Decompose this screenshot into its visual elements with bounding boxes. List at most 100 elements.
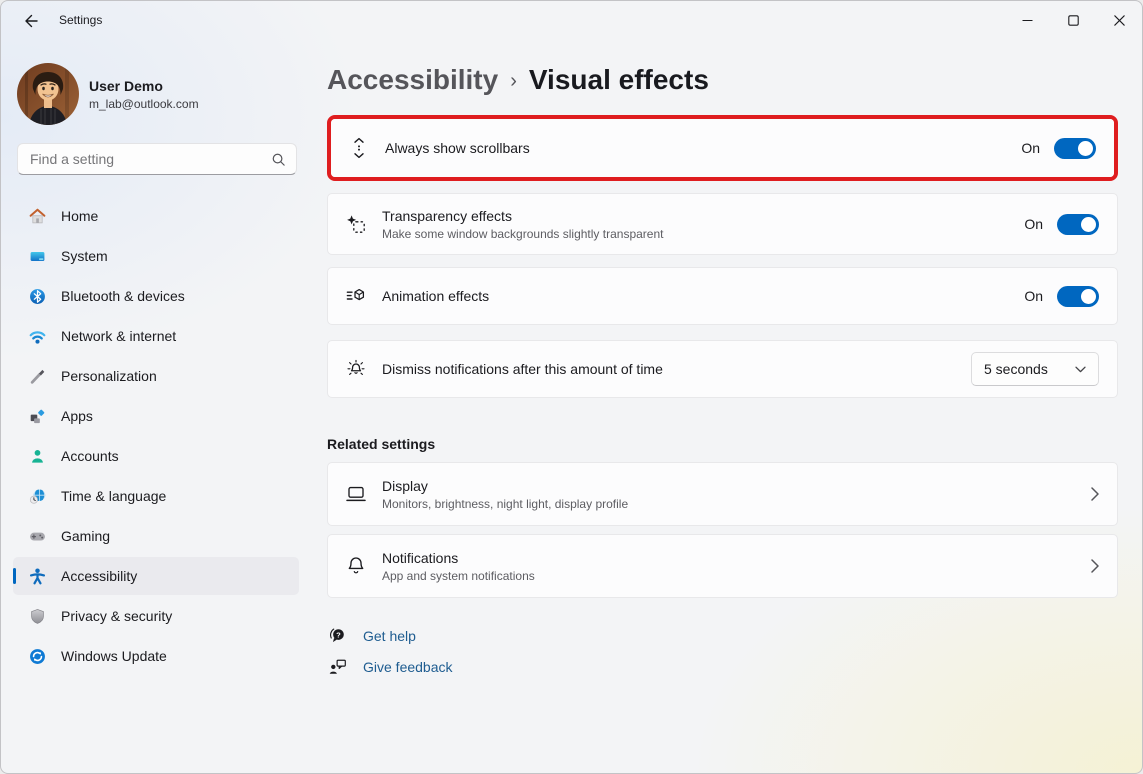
- give-feedback-row: Give feedback: [327, 657, 1118, 676]
- related-settings-header: Related settings: [327, 436, 436, 452]
- related-display-card[interactable]: Display Monitors, brightness, night ligh…: [327, 462, 1118, 526]
- paintbrush-icon: [27, 367, 47, 385]
- setting-label: Dismiss notifications after this amount …: [382, 361, 663, 377]
- minimize-icon: [1022, 19, 1032, 21]
- toggle-state-label: On: [1021, 140, 1040, 156]
- maximize-icon: [1067, 14, 1079, 26]
- user-profile[interactable]: User Demo m_lab@outlook.com: [17, 63, 199, 125]
- get-help-icon: ?: [327, 626, 347, 645]
- sidebar-item-label: Home: [61, 208, 99, 224]
- animation-effects-toggle[interactable]: [1057, 285, 1099, 307]
- sidebar-item-network[interactable]: Network & internet: [13, 317, 299, 355]
- page-title: Visual effects: [528, 64, 709, 95]
- sidebar-item-apps[interactable]: Apps: [13, 397, 299, 435]
- breadcrumb: Accessibility › Visual effects: [327, 61, 1118, 99]
- setting-transparency-effects: Transparency effects Make some window ba…: [327, 193, 1118, 255]
- search-input[interactable]: [30, 151, 271, 167]
- related-notifications-card[interactable]: Notifications App and system notificatio…: [327, 534, 1118, 598]
- sidebar-item-label: Network & internet: [61, 328, 177, 344]
- sidebar-nav: Home System Bluetooth & devices Network …: [13, 197, 299, 677]
- footer-links: ? Get help Give feedback: [327, 626, 1118, 676]
- sidebar-item-windows-update[interactable]: Windows Update: [13, 637, 299, 675]
- main-content: Accessibility › Visual effects Always sh…: [327, 41, 1118, 773]
- sidebar-item-label: Privacy & security: [61, 608, 173, 624]
- sidebar-item-label: Personalization: [61, 368, 157, 384]
- toggle-state-label: On: [1024, 288, 1043, 304]
- transparency-icon: [344, 214, 368, 234]
- get-help-row: ? Get help: [327, 626, 1118, 645]
- dismiss-time-dropdown[interactable]: 5 seconds: [971, 352, 1099, 386]
- user-email: m_lab@outlook.com: [89, 96, 199, 111]
- scrollbar-icon: [347, 137, 371, 159]
- setting-always-show-scrollbars: Always show scrollbars On: [331, 119, 1114, 177]
- setting-animation-effects: Animation effects On: [327, 267, 1118, 325]
- related-item-description: App and system notifications: [382, 568, 535, 583]
- close-button[interactable]: [1096, 1, 1142, 39]
- give-feedback-icon: [327, 657, 347, 676]
- search-box[interactable]: [17, 143, 297, 175]
- sidebar-item-privacy[interactable]: Privacy & security: [13, 597, 299, 635]
- sidebar-item-bluetooth[interactable]: Bluetooth & devices: [13, 277, 299, 315]
- update-icon: [27, 647, 47, 665]
- sidebar-item-gaming[interactable]: Gaming: [13, 517, 299, 555]
- minimize-button[interactable]: [1004, 1, 1050, 39]
- maximize-button[interactable]: [1050, 1, 1096, 39]
- chevron-right-icon: [1091, 487, 1099, 501]
- svg-text:?: ?: [336, 630, 341, 639]
- give-feedback-link[interactable]: Give feedback: [363, 659, 453, 675]
- sidebar-item-label: Apps: [61, 408, 93, 424]
- sidebar-item-label: Gaming: [61, 528, 111, 544]
- setting-label: Transparency effects: [382, 207, 512, 224]
- sidebar: User Demo m_lab@outlook.com Home System: [1, 41, 311, 773]
- sidebar-item-label: Accounts: [61, 448, 119, 464]
- user-name: User Demo: [89, 77, 163, 94]
- back-button[interactable]: [13, 7, 49, 35]
- chevron-down-icon: [1075, 366, 1086, 372]
- system-icon: [27, 247, 47, 265]
- toggle-state-label: On: [1024, 216, 1043, 232]
- sidebar-item-personalization[interactable]: Personalization: [13, 357, 299, 395]
- sidebar-item-label: Accessibility: [61, 568, 138, 584]
- gamepad-icon: [27, 527, 47, 545]
- app-title: Settings: [59, 13, 103, 27]
- related-item-label: Display: [382, 477, 428, 494]
- sidebar-item-label: Windows Update: [61, 648, 167, 664]
- get-help-link[interactable]: Get help: [363, 628, 416, 644]
- wifi-icon: [27, 327, 47, 345]
- always-show-scrollbars-toggle[interactable]: [1054, 137, 1096, 159]
- search-icon: [272, 153, 285, 166]
- globe-clock-icon: [27, 487, 47, 505]
- apps-icon: [27, 407, 47, 425]
- breadcrumb-separator: ›: [510, 70, 517, 92]
- sidebar-item-accessibility[interactable]: Accessibility: [13, 557, 299, 595]
- sidebar-item-label: Bluetooth & devices: [61, 288, 185, 304]
- settings-window: Settings User Demo m_lab@outlook.com Fin…: [0, 0, 1143, 774]
- back-arrow-icon: [25, 14, 38, 28]
- sidebar-item-label: System: [61, 248, 108, 264]
- notification-timeout-icon: [344, 358, 368, 380]
- highlight-annotation: Always show scrollbars On: [327, 115, 1118, 181]
- setting-dismiss-notifications: Dismiss notifications after this amount …: [327, 340, 1118, 398]
- sidebar-item-accounts[interactable]: Accounts: [13, 437, 299, 475]
- chevron-right-icon: [1091, 559, 1099, 573]
- setting-label: Always show scrollbars: [385, 140, 530, 156]
- sidebar-item-home[interactable]: Home: [13, 197, 299, 235]
- display-icon: [344, 484, 368, 504]
- avatar: [17, 63, 79, 125]
- animation-icon: [344, 288, 368, 304]
- window-controls: [1004, 1, 1142, 39]
- setting-description: Make some window backgrounds slightly tr…: [382, 226, 664, 241]
- sidebar-item-system[interactable]: System: [13, 237, 299, 275]
- dropdown-selected-value: 5 seconds: [984, 361, 1048, 377]
- titlebar: Settings: [1, 1, 1142, 41]
- related-item-description: Monitors, brightness, night light, displ…: [382, 496, 629, 511]
- shield-icon: [27, 607, 47, 625]
- sidebar-item-time-language[interactable]: Time & language: [13, 477, 299, 515]
- transparency-effects-toggle[interactable]: [1057, 213, 1099, 235]
- accessibility-icon: [27, 567, 47, 585]
- breadcrumb-parent[interactable]: Accessibility: [327, 62, 498, 98]
- setting-label: Animation effects: [382, 288, 490, 304]
- notifications-icon: [344, 555, 368, 577]
- accounts-icon: [27, 447, 47, 465]
- related-item-label: Notifications: [382, 549, 459, 566]
